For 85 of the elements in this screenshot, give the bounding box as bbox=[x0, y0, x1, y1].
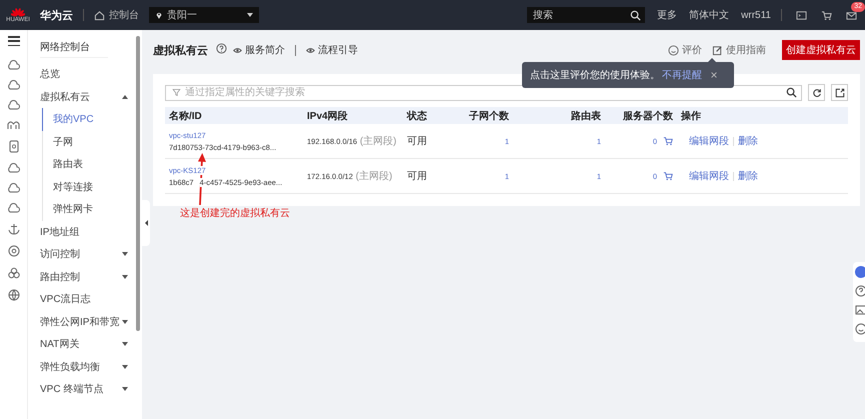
page-link[interactable]: 服务简介 bbox=[233, 43, 285, 57]
cloud-icon[interactable] bbox=[7, 203, 20, 213]
annotation-text: 这是创建完的虚拟私有云 bbox=[180, 206, 290, 220]
caret-icon bbox=[247, 13, 253, 17]
smile-icon bbox=[668, 44, 679, 56]
cart-icon bbox=[663, 136, 673, 146]
menu-icon[interactable] bbox=[8, 36, 20, 46]
rate-link[interactable]: 评价 bbox=[668, 43, 702, 57]
scrollbar[interactable] bbox=[136, 36, 140, 331]
filter-icon bbox=[172, 88, 181, 97]
sidebar-item[interactable]: 对等连接 bbox=[42, 176, 142, 198]
cloud-icon[interactable] bbox=[7, 60, 20, 70]
eye-icon bbox=[233, 46, 242, 54]
sidebar-item[interactable]: 总览 bbox=[40, 63, 142, 86]
export-icon bbox=[834, 88, 844, 98]
cloud-icon[interactable] bbox=[7, 100, 20, 110]
region-selector[interactable]: 贵阳一 bbox=[149, 7, 259, 23]
edit-icon bbox=[712, 44, 723, 56]
status-text: 可用 bbox=[407, 170, 427, 183]
sidebar-item[interactable]: IP地址组 bbox=[40, 220, 142, 243]
terminal-icon bbox=[796, 10, 807, 20]
header-link[interactable]: 简体中文 bbox=[689, 8, 730, 22]
column-header: 名称/ID bbox=[165, 107, 303, 124]
action-link[interactable]: 删除 bbox=[738, 134, 758, 148]
page-link[interactable]: 流程引导 bbox=[306, 43, 358, 57]
tooltip-text: 点击这里评价您的使用体验。 bbox=[530, 68, 660, 82]
pin-icon bbox=[155, 10, 163, 20]
action-link[interactable]: 编辑网段 bbox=[689, 134, 729, 148]
column-header: 状态 bbox=[403, 107, 453, 124]
sidebar-item[interactable]: VPC流日志 bbox=[40, 288, 142, 310]
column-header: IPv4网段 bbox=[303, 107, 403, 124]
refresh-button[interactable] bbox=[808, 84, 825, 101]
circle-icon[interactable] bbox=[8, 245, 20, 257]
sidebar-item[interactable]: 访问控制 bbox=[40, 243, 142, 266]
cloud-icon[interactable] bbox=[7, 183, 20, 193]
clover-icon[interactable] bbox=[8, 267, 20, 279]
column-header: 子网个数 bbox=[453, 107, 513, 124]
cart-icon bbox=[663, 171, 673, 181]
home-icon bbox=[94, 10, 105, 20]
sidebar-item[interactable]: 子网 bbox=[42, 130, 142, 153]
sidebar-item[interactable]: 路由控制 bbox=[40, 266, 142, 288]
action-link[interactable]: 删除 bbox=[738, 169, 758, 183]
export-button[interactable] bbox=[831, 84, 848, 101]
sidebar-item[interactable]: VPC 终端节点 bbox=[40, 378, 142, 400]
sidebar-item[interactable]: 弹性负载均衡 bbox=[40, 356, 142, 378]
column-header: 路由表 bbox=[513, 107, 605, 124]
console-link[interactable]: 控制台 bbox=[94, 8, 139, 22]
sidebar-item[interactable]: 弹性网卡 bbox=[42, 198, 142, 220]
cloud-icon[interactable] bbox=[7, 163, 20, 173]
guide-link[interactable]: 使用指南 bbox=[712, 43, 766, 57]
sidebar-item[interactable]: 虚拟私有云 bbox=[40, 86, 142, 108]
mail-icon bbox=[846, 10, 857, 20]
search-input[interactable]: 搜索 bbox=[533, 10, 630, 20]
smile-icon bbox=[855, 323, 865, 335]
search-field[interactable]: 搜索 bbox=[527, 7, 646, 23]
status-text: 可用 bbox=[407, 135, 427, 148]
sidebar-item[interactable]: 路由表 bbox=[42, 153, 142, 176]
search-icon bbox=[786, 87, 797, 98]
help-icon bbox=[216, 43, 227, 54]
cart-icon bbox=[821, 10, 832, 20]
cloud-icon[interactable] bbox=[7, 80, 20, 90]
help-icon bbox=[855, 285, 865, 297]
globe-icon[interactable] bbox=[8, 289, 20, 301]
flower-logo-icon bbox=[11, 7, 25, 17]
close-icon bbox=[710, 71, 718, 79]
sidebar-title: 网络控制台 bbox=[40, 37, 108, 58]
refresh-icon bbox=[812, 88, 822, 98]
sidebar-item[interactable]: 弹性公网IP和带宽 bbox=[40, 310, 142, 333]
anchor-icon[interactable] bbox=[8, 223, 20, 235]
sidebar-item[interactable]: NAT网关 bbox=[40, 333, 142, 356]
brand-name[interactable]: 华为云 bbox=[40, 8, 73, 22]
page-title: 虚拟私有云 bbox=[153, 44, 208, 58]
device-icon[interactable] bbox=[8, 140, 18, 153]
search-icon bbox=[630, 10, 642, 20]
bridge-icon[interactable] bbox=[7, 120, 20, 130]
dismiss-link[interactable]: 不再提醒 bbox=[662, 68, 702, 82]
collapse-handle[interactable] bbox=[142, 200, 150, 246]
image-icon bbox=[855, 304, 865, 316]
action-link[interactable]: 编辑网段 bbox=[689, 169, 729, 183]
header-link[interactable]: 更多 bbox=[657, 8, 678, 22]
column-header: 操作 bbox=[677, 107, 848, 124]
header-link[interactable]: wrr511 bbox=[741, 10, 771, 20]
create-button[interactable]: 创建虚拟私有云 bbox=[782, 40, 860, 60]
eye-icon bbox=[306, 46, 315, 54]
column-header: 服务器个数 bbox=[605, 107, 677, 124]
